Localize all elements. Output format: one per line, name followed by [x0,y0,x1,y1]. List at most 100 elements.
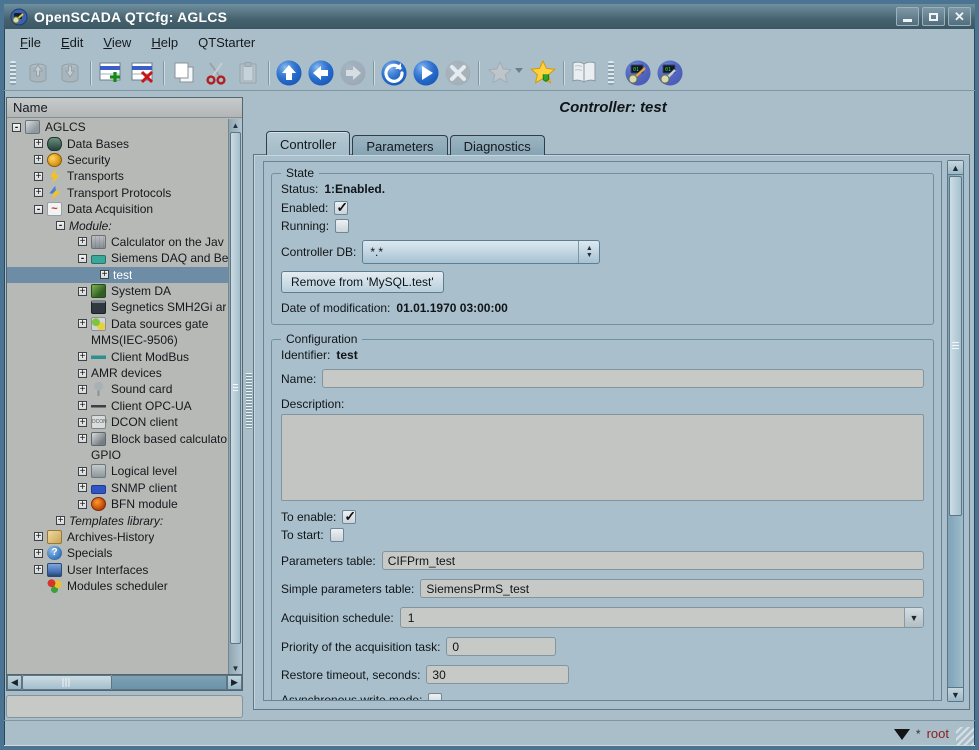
tab-diagnostics[interactable]: Diagnostics [450,135,545,155]
menu-view[interactable]: View [93,32,141,53]
tree-item-snmp-client[interactable]: SNMP client [7,480,228,496]
toolbar-grip[interactable] [608,61,614,85]
add-favorite-button[interactable] [527,57,559,89]
copy-button[interactable] [168,57,200,89]
collapse-icon[interactable] [78,254,87,263]
tree-item-mms[interactable]: MMS(IEC-9506) [7,332,228,348]
panel-splitter[interactable] [245,91,253,720]
panel-vertical-scrollbar[interactable]: ▲ ▼ [947,160,964,702]
minimize-button[interactable] [896,7,919,26]
spinner-icons[interactable]: ▲▼ [578,241,599,263]
qtstarter-config-button[interactable]: 01 [622,57,654,89]
expand-icon[interactable] [78,352,87,361]
tree-item-security[interactable]: Security [7,152,228,168]
tree-item-module[interactable]: Module: [7,217,228,233]
scroll-up-icon[interactable]: ▲ [948,161,963,175]
tree-item-templates-library[interactable]: Templates library: [7,512,228,528]
remove-db-button[interactable]: Remove from 'MySQL.test' [281,271,444,293]
paste-button[interactable] [232,57,264,89]
tree-vscroll-thumb[interactable] [230,132,241,644]
async-write-checkbox[interactable] [428,693,442,701]
menu-help[interactable]: Help [141,32,188,53]
save-button[interactable] [54,57,86,89]
close-button[interactable]: ✕ [948,7,971,26]
tree-item-siemens[interactable]: Siemens DAQ and Be [7,250,228,266]
tree-item-transport-protocols[interactable]: Transport Protocols [7,185,228,201]
favorite-button[interactable] [483,57,527,89]
expand-icon[interactable] [100,270,109,279]
forward-button[interactable] [337,57,369,89]
restore-timeout-input[interactable] [426,665,569,684]
tree-item-block-calculator[interactable]: Block based calculato [7,430,228,446]
tree-search-input[interactable] [6,695,243,718]
tree-item-data-acquisition[interactable]: Data Acquisition [7,201,228,217]
chevron-down-icon[interactable]: ▼ [904,608,923,627]
expand-icon[interactable] [78,237,87,246]
expand-icon[interactable] [78,287,87,296]
to-enable-checkbox[interactable] [342,510,356,524]
tree-horizontal-scrollbar[interactable]: ◀ ▶ [7,674,242,690]
cut-button[interactable] [200,57,232,89]
expand-icon[interactable] [78,418,87,427]
tree-item-client-modbus[interactable]: Client ModBus [7,348,228,364]
tree-item-sound-card[interactable]: Sound card [7,381,228,397]
scroll-down-icon[interactable]: ▼ [229,662,242,674]
controller-db-combo[interactable]: *.* ▲▼ [362,240,600,264]
back-button[interactable] [305,57,337,89]
expand-icon[interactable] [78,401,87,410]
scroll-right-icon[interactable]: ▶ [227,675,242,690]
tree-item-specials[interactable]: Specials [7,545,228,561]
scroll-track[interactable] [112,675,227,690]
expand-icon[interactable] [78,483,87,492]
tree-item-user-interfaces[interactable]: User Interfaces [7,562,228,578]
tree-item-calculator[interactable]: Calculator on the Jav [7,234,228,250]
delete-item-button[interactable] [127,57,159,89]
running-checkbox[interactable] [335,219,349,233]
tree-item-logical-level[interactable]: Logical level [7,463,228,479]
simple-parameters-table-input[interactable] [420,579,924,598]
tree-item-transports[interactable]: Transports [7,168,228,184]
expand-icon[interactable] [56,516,65,525]
collapse-icon[interactable] [34,205,43,214]
add-item-button[interactable] [95,57,127,89]
tree-item-data-sources-gate[interactable]: Data sources gate [7,316,228,332]
expand-icon[interactable] [78,467,87,476]
tree-hscroll-thumb[interactable] [22,675,112,690]
expand-icon[interactable] [34,155,43,164]
collapse-icon[interactable] [12,123,21,132]
tree-vertical-scrollbar[interactable]: ▲ ▼ [228,119,242,674]
scroll-down-icon[interactable]: ▼ [948,687,963,701]
priority-input[interactable] [446,637,556,656]
toolbar-grip[interactable] [10,61,16,85]
scroll-left-icon[interactable]: ◀ [7,675,22,690]
expand-icon[interactable] [34,188,43,197]
maximize-button[interactable] [922,7,945,26]
qtstarter-tools-button[interactable]: 01 [654,57,686,89]
tray-triangle-icon[interactable] [894,729,910,748]
expand-icon[interactable] [34,139,43,148]
tree-item-client-opc-ua[interactable]: Client OPC-UA [7,398,228,414]
tab-controller[interactable]: Controller [266,131,350,155]
refresh-button[interactable] [378,57,410,89]
tree-item-segnetics[interactable]: Segnetics SMH2Gi ar [7,299,228,315]
expand-icon[interactable] [78,434,87,443]
tree-item-bfn-module[interactable]: BFN module [7,496,228,512]
start-button[interactable] [410,57,442,89]
tree-item-system-da[interactable]: System DA [7,283,228,299]
to-start-checkbox[interactable] [330,528,344,542]
description-textarea[interactable] [281,414,924,501]
expand-icon[interactable] [34,532,43,541]
tree-item-test-selected[interactable]: test [7,267,228,283]
up-button[interactable] [273,57,305,89]
expand-icon[interactable] [78,319,87,328]
acquisition-schedule-combo[interactable]: 1 ▼ [400,607,924,628]
favorite-dropdown-icon[interactable] [515,68,523,77]
tree-item-aglcs[interactable]: AGLCS [7,119,228,135]
tree-item-amr-devices[interactable]: AMR devices [7,365,228,381]
menu-edit[interactable]: Edit [51,32,93,53]
expand-icon[interactable] [34,565,43,574]
resize-grip[interactable] [956,727,974,745]
tab-parameters[interactable]: Parameters [352,135,447,155]
manual-button[interactable] [568,57,600,89]
expand-icon[interactable] [34,172,43,181]
